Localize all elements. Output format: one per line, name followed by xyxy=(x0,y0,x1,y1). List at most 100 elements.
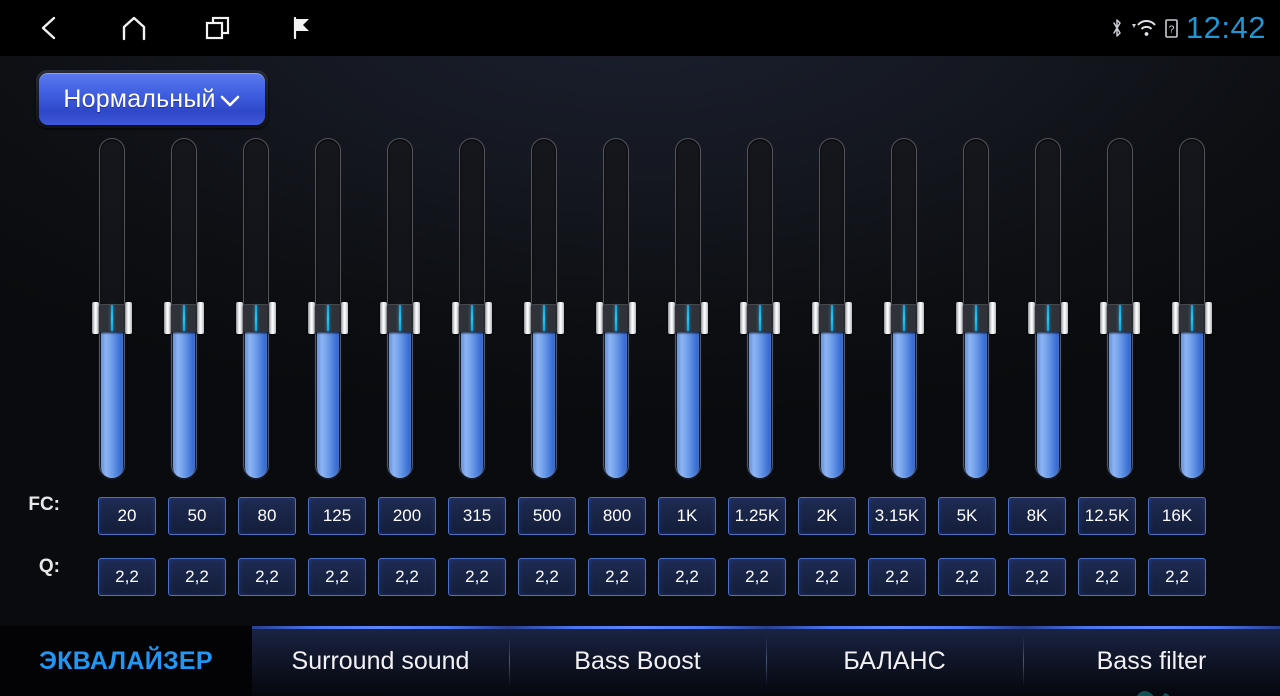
fc-value-row: 20 50 80 125 200 315 500 800 1K 1.25K 2K 3.15K 5K 8K 1… xyxy=(98,497,1206,535)
tab-0[interactable]: ЭКВАЛАЙЗЕР xyxy=(0,626,252,696)
slider-thumb-grip-left xyxy=(164,302,171,334)
slider-thumb[interactable] xyxy=(308,302,348,334)
slider-thumb[interactable] xyxy=(92,302,132,334)
fc-value-box-10[interactable]: 2K xyxy=(798,497,856,535)
fc-value-box-4[interactable]: 200 xyxy=(378,497,436,535)
slider-fill xyxy=(1109,316,1131,478)
eq-slider-315[interactable] xyxy=(452,138,492,478)
eq-slider-16k[interactable] xyxy=(1172,138,1212,478)
eq-slider-8k[interactable] xyxy=(1028,138,1068,478)
slider-thumb[interactable] xyxy=(740,302,780,334)
tab-1[interactable]: Surround sound xyxy=(252,626,509,696)
slider-thumb[interactable] xyxy=(812,302,852,334)
q-value-row: 2,2 2,2 2,2 2,2 2,2 2,2 2,2 2,2 2,2 2,2 2,2 2,2 2,2 2… xyxy=(98,558,1206,596)
svg-text:?: ? xyxy=(1169,24,1175,35)
slider-thumb-grip-right xyxy=(125,302,132,334)
fc-value-box-1[interactable]: 50 xyxy=(168,497,226,535)
slider-thumb-grip-left xyxy=(812,302,819,334)
q-value-box-5[interactable]: 2,2 xyxy=(448,558,506,596)
q-value-box-2[interactable]: 2,2 xyxy=(238,558,296,596)
slider-thumb[interactable] xyxy=(524,302,564,334)
fc-value-box-2[interactable]: 80 xyxy=(238,497,296,535)
eq-slider-20[interactable] xyxy=(92,138,132,478)
slider-thumb[interactable] xyxy=(1100,302,1140,334)
fc-value-box-12[interactable]: 5K xyxy=(938,497,996,535)
q-value-box-3[interactable]: 2,2 xyxy=(308,558,366,596)
slider-fill xyxy=(605,316,627,478)
fc-value-box-5[interactable]: 315 xyxy=(448,497,506,535)
slider-fill xyxy=(101,316,123,478)
eq-slider-50[interactable] xyxy=(164,138,204,478)
q-value-box-7[interactable]: 2,2 xyxy=(588,558,646,596)
tab-4[interactable]: Bass filter xyxy=(1023,626,1280,696)
q-value-box-12[interactable]: 2,2 xyxy=(938,558,996,596)
slider-thumb[interactable] xyxy=(452,302,492,334)
navigation-buttons xyxy=(0,6,324,50)
fc-value-box-11[interactable]: 3.15K xyxy=(868,497,926,535)
recents-icon[interactable] xyxy=(196,6,240,50)
fc-value-box-15[interactable]: 16K xyxy=(1148,497,1206,535)
slider-thumb-body xyxy=(819,304,845,332)
slider-thumb[interactable] xyxy=(164,302,204,334)
tab-3[interactable]: БАЛАНС xyxy=(766,626,1023,696)
slider-thumb-body xyxy=(603,304,629,332)
preset-dropdown-button[interactable]: Нормальный xyxy=(39,73,265,125)
eq-slider-80[interactable] xyxy=(236,138,276,478)
tab-2[interactable]: Bass Boost xyxy=(509,626,766,696)
q-value-box-4[interactable]: 2,2 xyxy=(378,558,436,596)
fc-value-box-13[interactable]: 8K xyxy=(1008,497,1066,535)
eq-slider-800[interactable] xyxy=(596,138,636,478)
fc-row-label: FC: xyxy=(28,494,60,515)
eq-slider-125[interactable] xyxy=(308,138,348,478)
eq-slider-5k[interactable] xyxy=(956,138,996,478)
home-icon[interactable] xyxy=(112,6,156,50)
q-value-box-13[interactable]: 2,2 xyxy=(1008,558,1066,596)
flag-icon[interactable] xyxy=(280,6,324,50)
eq-slider-500[interactable] xyxy=(524,138,564,478)
eq-slider-1.25k[interactable] xyxy=(740,138,780,478)
fc-value-box-14[interactable]: 12.5K xyxy=(1078,497,1136,535)
fc-value-box-0[interactable]: 20 xyxy=(98,497,156,535)
slider-thumb[interactable] xyxy=(1028,302,1068,334)
eq-slider-1k[interactable] xyxy=(668,138,708,478)
slider-thumb-body xyxy=(531,304,557,332)
slider-fill xyxy=(677,316,699,478)
q-value-box-14[interactable]: 2,2 xyxy=(1078,558,1136,596)
q-row-label: Q: xyxy=(38,556,60,577)
slider-thumb[interactable] xyxy=(884,302,924,334)
q-value-box-8[interactable]: 2,2 xyxy=(658,558,716,596)
eq-slider-12.5k[interactable] xyxy=(1100,138,1140,478)
slider-thumb[interactable] xyxy=(596,302,636,334)
status-icons: ? 12:42 xyxy=(1110,0,1266,56)
back-icon[interactable] xyxy=(28,6,72,50)
q-value-box-11[interactable]: 2,2 xyxy=(868,558,926,596)
tab-label: Surround sound xyxy=(291,646,470,675)
fc-value-box-7[interactable]: 800 xyxy=(588,497,646,535)
slider-thumb-body xyxy=(387,304,413,332)
slider-thumb[interactable] xyxy=(668,302,708,334)
fc-value-box-8[interactable]: 1K xyxy=(658,497,716,535)
slider-fill xyxy=(1037,316,1059,478)
q-value-box-0[interactable]: 2,2 xyxy=(98,558,156,596)
equalizer-sliders xyxy=(92,138,1212,478)
fc-value-box-9[interactable]: 1.25K xyxy=(728,497,786,535)
fc-value-box-3[interactable]: 125 xyxy=(308,497,366,535)
q-value-box-6[interactable]: 2,2 xyxy=(518,558,576,596)
fc-value-box-6[interactable]: 500 xyxy=(518,497,576,535)
eq-slider-2k[interactable] xyxy=(812,138,852,478)
q-value-box-10[interactable]: 2,2 xyxy=(798,558,856,596)
slider-thumb[interactable] xyxy=(956,302,996,334)
slider-thumb-grip-left xyxy=(236,302,243,334)
slider-thumb[interactable] xyxy=(236,302,276,334)
q-value-box-9[interactable]: 2,2 xyxy=(728,558,786,596)
slider-fill xyxy=(461,316,483,478)
slider-thumb-body xyxy=(675,304,701,332)
slider-thumb[interactable] xyxy=(380,302,420,334)
eq-slider-200[interactable] xyxy=(380,138,420,478)
slider-thumb[interactable] xyxy=(1172,302,1212,334)
eq-slider-3.15k[interactable] xyxy=(884,138,924,478)
bluetooth-icon xyxy=(1110,17,1124,39)
slider-thumb-grip-left xyxy=(524,302,531,334)
q-value-box-1[interactable]: 2,2 xyxy=(168,558,226,596)
q-value-box-15[interactable]: 2,2 xyxy=(1148,558,1206,596)
